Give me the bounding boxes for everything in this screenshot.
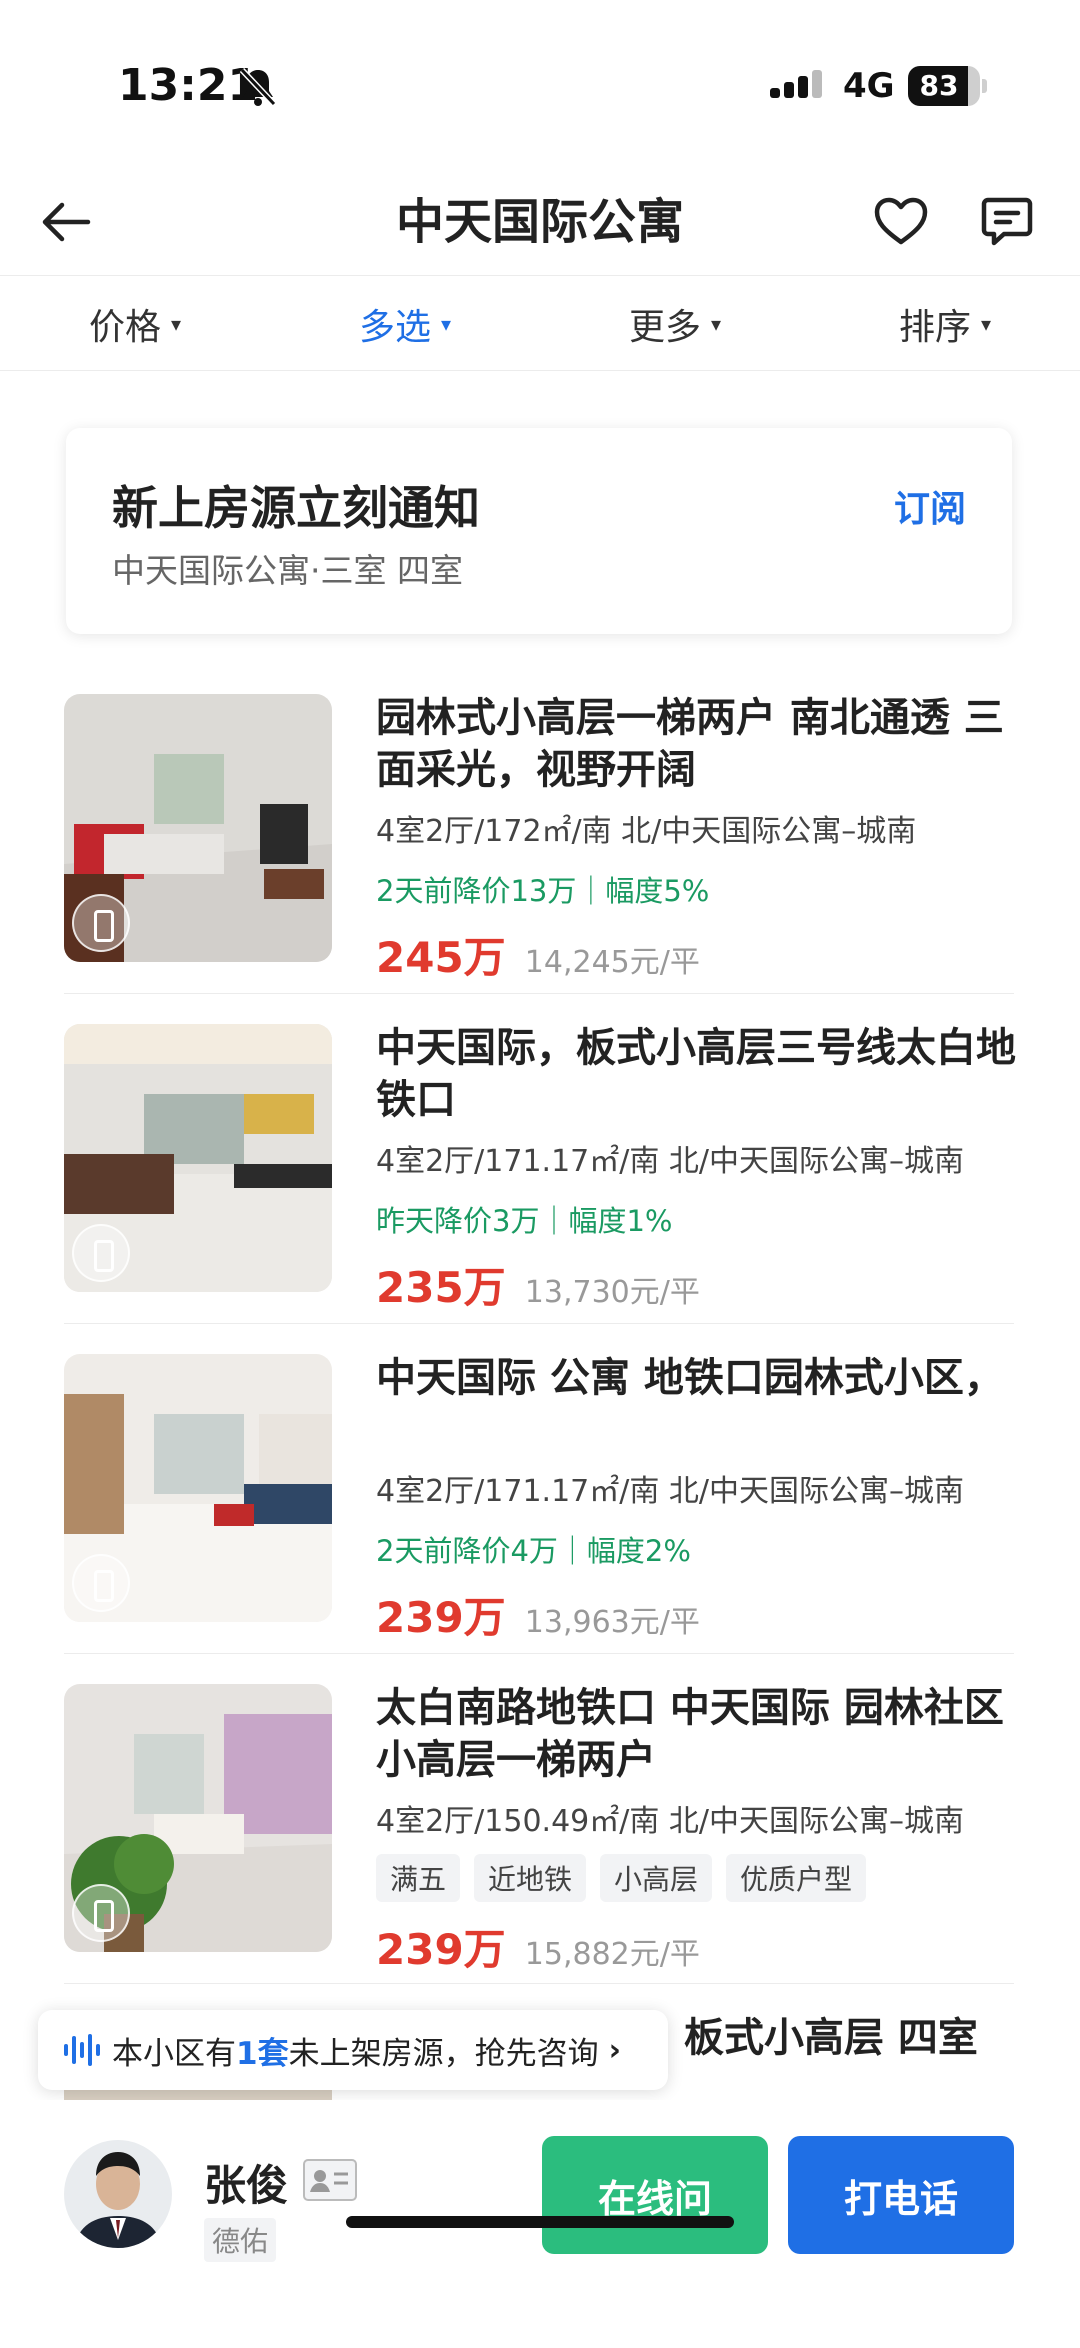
listing-price: 245万 — [376, 933, 506, 982]
listing-tag: 满五 — [376, 1854, 461, 1902]
listing-title: 太白南路地铁口 中天国际 园林社区 小高层一梯两户 — [376, 1685, 1004, 1783]
price-drop-note: 2天前降价13万｜幅度5% — [376, 874, 710, 908]
agent-name: 张俊 — [204, 2161, 289, 2210]
listing-item[interactable]: 园林式小高层一梯两户 南北通透 三面采光，视野开阔 4室2厅/172㎡/南 北/… — [64, 664, 1014, 994]
vr-icon — [72, 894, 130, 952]
listing-price: 239万 — [376, 1925, 506, 1974]
filter-more[interactable]: 更多 ▾ — [540, 277, 810, 370]
network-label: 4G — [843, 66, 895, 106]
vr-icon — [72, 1224, 130, 1282]
listing-title: 园林式小高层一梯两户 南北通透 三面采光，视野开阔 — [376, 695, 1004, 793]
id-card-icon[interactable] — [302, 2158, 358, 2202]
vr-icon — [72, 1884, 130, 1942]
agent-company: 德佑 — [204, 2218, 277, 2262]
listing-unit-price: 13,963元/平 — [524, 1605, 700, 1640]
sound-wave-icon — [64, 2034, 100, 2066]
filter-price[interactable]: 价格 ▾ — [0, 277, 270, 370]
listing-title: 板式小高层 四室 — [684, 2015, 978, 2061]
agent-avatar[interactable] — [64, 2140, 172, 2248]
subscribe-title: 新上房源立刻通知 — [112, 481, 480, 535]
listing-price: 239万 — [376, 1593, 506, 1642]
subscribe-card: 新上房源立刻通知 中天国际公寓·三室 四室 订阅 — [66, 428, 1012, 634]
listing-meta: 4室2厅/150.49㎡/南 北/中天国际公寓–城南 — [376, 1804, 965, 1839]
signal-icon — [770, 70, 822, 98]
listing-meta: 4室2厅/171.17㎡/南 北/中天国际公寓–城南 — [376, 1144, 965, 1179]
battery-icon: 83 — [908, 66, 987, 106]
online-chat-button[interactable]: 在线问 — [542, 2136, 768, 2254]
message-icon[interactable] — [978, 192, 1036, 250]
vr-icon — [72, 1554, 130, 1612]
listing-tag: 优质户型 — [726, 1854, 867, 1902]
chevron-down-icon: ▾ — [170, 311, 182, 336]
status-bar: 13:21 4G 83 — [0, 0, 1080, 170]
chevron-down-icon: ▾ — [710, 311, 722, 336]
listing-item[interactable]: 中天国际，板式小高层三号线太白地铁口 4室2厅/171.17㎡/南 北/中天国际… — [64, 994, 1016, 1324]
listing-tag: 小高层 — [600, 1854, 713, 1902]
home-indicator — [346, 2216, 734, 2228]
listing-unit-price: 13,730元/平 — [524, 1275, 700, 1310]
listing-title: 中天国际 公寓 地铁口园林式小区， — [376, 1355, 1004, 1401]
listing-tags: 满五 近地铁 小高层 优质户型 — [376, 1854, 1016, 1902]
listing-photo — [64, 694, 332, 962]
call-button[interactable]: 打电话 — [788, 2136, 1014, 2254]
filter-multi[interactable]: 多选 ▾ — [270, 277, 540, 370]
subscribe-desc: 中天国际公寓·三室 四室 — [112, 551, 463, 590]
listing-price: 235万 — [376, 1263, 506, 1312]
listing-unit-price: 14,245元/平 — [524, 945, 700, 980]
heart-icon[interactable] — [872, 192, 930, 250]
listing-title: 中天国际，板式小高层三号线太白地铁口 — [376, 1025, 1016, 1123]
bell-muted-icon — [239, 67, 277, 107]
listing-tag: 近地铁 — [474, 1854, 587, 1902]
listing-item[interactable]: 太白南路地铁口 中天国际 园林社区 小高层一梯两户 4室2厅/150.49㎡/南… — [64, 1654, 1014, 1984]
listing-photo — [64, 1024, 332, 1292]
filter-bar: 价格 ▾ 多选 ▾ 更多 ▾ 排序 ▾ — [0, 277, 1080, 371]
listing-meta: 4室2厅/172㎡/南 北/中天国际公寓–城南 — [376, 814, 917, 849]
subscribe-button[interactable]: 订阅 — [894, 480, 966, 532]
chevron-down-icon: ▾ — [440, 311, 452, 336]
price-drop-note: 2天前降价4万｜幅度2% — [376, 1534, 691, 1568]
filter-sort[interactable]: 排序 ▾ — [810, 277, 1080, 370]
price-drop-note: 昨天降价3万｜幅度1% — [376, 1204, 673, 1238]
unlisted-toast[interactable]: 本小区有 1套 未上架房源，抢先咨询 › — [38, 2010, 668, 2090]
chevron-right-icon: › — [608, 2032, 621, 2068]
listing-item[interactable]: 中天国际 公寓 地铁口园林式小区， 4室2厅/171.17㎡/南 北/中天国际公… — [64, 1324, 1014, 1654]
chevron-down-icon: ▾ — [980, 311, 992, 336]
nav-header: 中天国际公寓 — [0, 170, 1080, 276]
listing-photo — [64, 1684, 332, 1952]
listing-unit-price: 15,882元/平 — [524, 1937, 700, 1972]
listing-photo — [64, 1354, 332, 1622]
listing-meta: 4室2厅/171.17㎡/南 北/中天国际公寓–城南 — [376, 1474, 965, 1509]
